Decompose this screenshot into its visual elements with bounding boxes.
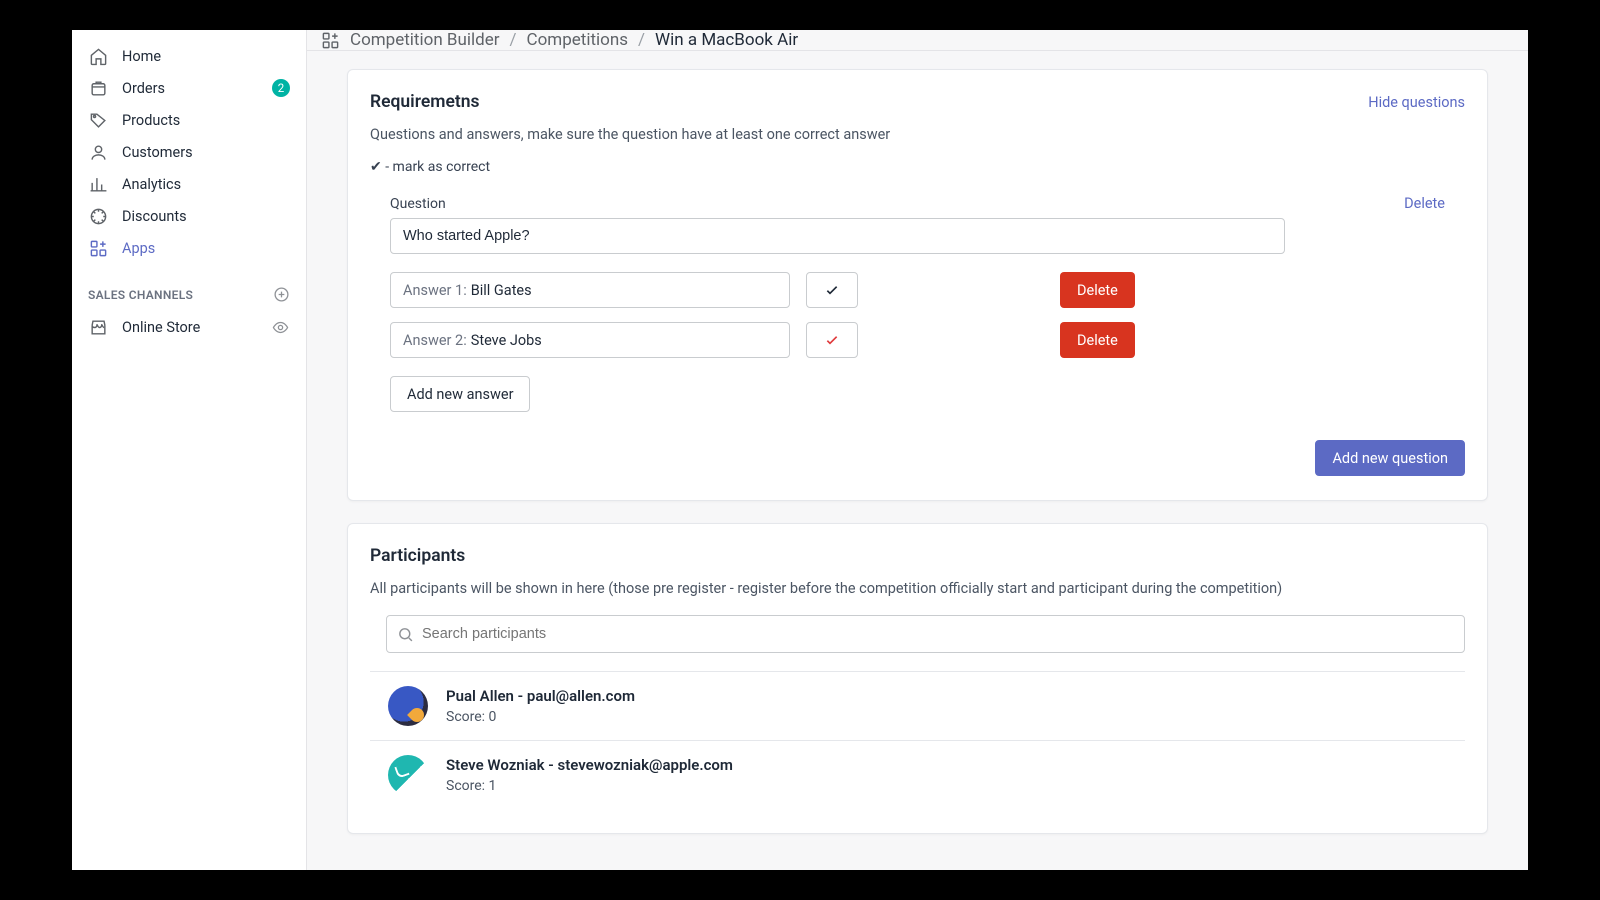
view-store-icon[interactable] bbox=[270, 319, 290, 336]
breadcrumb-a[interactable]: Competition Builder bbox=[350, 30, 500, 50]
add-question-button[interactable]: Add new question bbox=[1315, 440, 1465, 476]
sales-channels-heading: SALES CHANNELS bbox=[72, 264, 306, 311]
mark-correct-1[interactable] bbox=[806, 272, 858, 308]
participant-name: Pual Allen - paul@allen.com bbox=[446, 687, 635, 705]
sidebar-item-analytics[interactable]: Analytics bbox=[72, 168, 306, 200]
requirements-card: Requiremetns Hide questions Questions an… bbox=[347, 69, 1488, 501]
participant-row-1[interactable]: Pual Allen - paul@allen.com Score: 0 bbox=[370, 671, 1465, 740]
sidebar-label-orders: Orders bbox=[122, 80, 258, 97]
store-icon bbox=[88, 317, 108, 337]
participant-score: Score: 0 bbox=[446, 709, 635, 725]
sales-channels-label: SALES CHANNELS bbox=[88, 288, 193, 302]
add-answer-button[interactable]: Add new answer bbox=[390, 376, 530, 412]
delete-answer-2[interactable]: Delete bbox=[1060, 322, 1135, 358]
search-icon bbox=[397, 626, 414, 643]
sidebar-label-apps: Apps bbox=[122, 240, 290, 257]
sidebar-label-online-store: Online Store bbox=[122, 319, 256, 336]
sidebar-label-discounts: Discounts bbox=[122, 208, 290, 225]
sidebar-item-products[interactable]: Products bbox=[72, 104, 306, 136]
sidebar-item-apps[interactable]: Apps bbox=[72, 232, 306, 264]
requirements-subtitle: Questions and answers, make sure the que… bbox=[370, 126, 1465, 143]
sidebar-item-home[interactable]: Home bbox=[72, 40, 306, 72]
participants-search[interactable] bbox=[386, 615, 1465, 653]
question-label: Question bbox=[390, 196, 446, 212]
answer-prefix-1: Answer 1: bbox=[403, 282, 467, 299]
sidebar-label-customers: Customers bbox=[122, 144, 290, 161]
orders-badge: 2 bbox=[272, 79, 290, 97]
question-input[interactable] bbox=[390, 218, 1285, 254]
answer-prefix-2: Answer 2: bbox=[403, 332, 467, 349]
sidebar-label-home: Home bbox=[122, 48, 290, 65]
avatar bbox=[388, 686, 428, 726]
answer-input-1[interactable]: Answer 1: Bill Gates bbox=[390, 272, 790, 308]
breadcrumb-apps-icon bbox=[321, 31, 340, 50]
home-icon bbox=[88, 46, 108, 66]
participants-title: Participants bbox=[370, 546, 1465, 566]
requirements-title: Requiremetns bbox=[370, 92, 480, 112]
participants-subtitle: All participants will be shown in here (… bbox=[370, 580, 1465, 597]
correct-hint: ✔ - mark as correct bbox=[370, 159, 1465, 175]
sidebar-item-customers[interactable]: Customers bbox=[72, 136, 306, 168]
answer-value-1: Bill Gates bbox=[471, 282, 532, 299]
breadcrumb-c: Win a MacBook Air bbox=[655, 30, 798, 50]
answer-row-2: Answer 2: Steve Jobs Delete bbox=[390, 322, 1445, 358]
user-icon bbox=[88, 142, 108, 162]
sidebar-label-products: Products bbox=[122, 112, 290, 129]
participant-name: Steve Wozniak - stevewozniak@apple.com bbox=[446, 756, 733, 774]
answer-row-1: Answer 1: Bill Gates Delete bbox=[390, 272, 1445, 308]
answer-input-2[interactable]: Answer 2: Steve Jobs bbox=[390, 322, 790, 358]
participant-score: Score: 1 bbox=[446, 778, 733, 794]
breadcrumb-sep-2: / bbox=[638, 30, 645, 50]
delete-question-link[interactable]: Delete bbox=[1404, 195, 1445, 212]
answer-value-2: Steve Jobs bbox=[471, 332, 542, 349]
participants-search-input[interactable] bbox=[414, 626, 1454, 642]
mark-correct-2[interactable] bbox=[806, 322, 858, 358]
avatar bbox=[388, 755, 428, 795]
breadcrumb: Competition Builder / Competitions / Win… bbox=[307, 30, 1528, 51]
orders-icon bbox=[88, 78, 108, 98]
sidebar: Home Orders 2 Products Customers Analy bbox=[72, 30, 307, 870]
breadcrumb-b[interactable]: Competitions bbox=[527, 30, 628, 50]
participant-row-2[interactable]: Steve Wozniak - stevewozniak@apple.com S… bbox=[370, 740, 1465, 809]
discount-icon bbox=[88, 206, 108, 226]
sidebar-item-orders[interactable]: Orders 2 bbox=[72, 72, 306, 104]
sidebar-item-discounts[interactable]: Discounts bbox=[72, 200, 306, 232]
hide-questions-link[interactable]: Hide questions bbox=[1368, 94, 1465, 111]
sidebar-label-analytics: Analytics bbox=[122, 176, 290, 193]
add-channel-icon[interactable] bbox=[273, 286, 290, 303]
delete-answer-1[interactable]: Delete bbox=[1060, 272, 1135, 308]
breadcrumb-sep-1: / bbox=[510, 30, 517, 50]
participants-card: Participants All participants will be sh… bbox=[347, 523, 1488, 834]
tag-icon bbox=[88, 110, 108, 130]
sidebar-item-online-store[interactable]: Online Store bbox=[72, 311, 306, 343]
apps-icon bbox=[88, 238, 108, 258]
analytics-icon bbox=[88, 174, 108, 194]
